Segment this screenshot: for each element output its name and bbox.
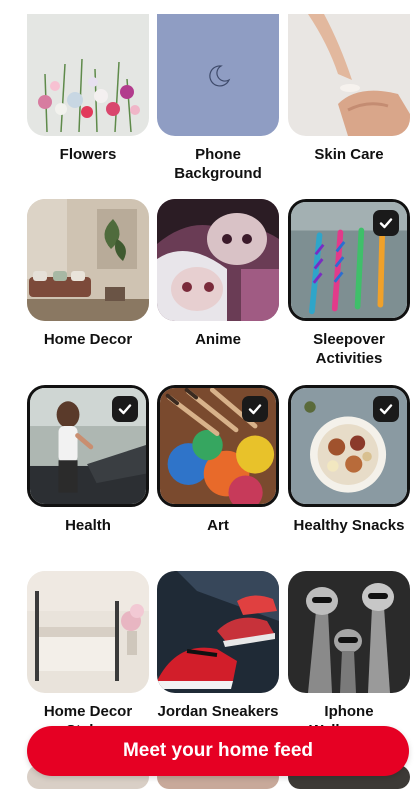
topic-tile-sleepover-activities[interactable] [288, 199, 410, 321]
topic-tile-art[interactable] [157, 385, 279, 507]
topic-label: Anime [195, 331, 241, 348]
checkmark-icon [242, 396, 268, 422]
topic-tile-home-decor[interactable] [27, 199, 149, 321]
skin-care-image [288, 14, 410, 136]
topic-label: Health [65, 517, 111, 534]
topic-tile-home-decor-styles[interactable] [27, 571, 149, 693]
topic-tile-phone-background[interactable] [157, 14, 279, 136]
topic-label: Flowers [59, 146, 117, 163]
topic-tile-flowers[interactable] [27, 14, 149, 136]
topic-label: Phone Background [174, 146, 262, 182]
flowers-image [27, 14, 149, 136]
topic-tile-anime[interactable] [157, 199, 279, 321]
home-decor-styles-image [27, 571, 149, 693]
topic-label: Home Decor [43, 331, 133, 348]
topic-tile-jordan-sneakers[interactable] [157, 571, 279, 693]
home-decor-image [27, 199, 149, 321]
topic-label: Sleepover Activities [313, 331, 385, 367]
anime-image [157, 199, 279, 321]
checkmark-icon [373, 210, 399, 236]
topic-label: Art [207, 517, 229, 534]
topic-label: Healthy Snacks [293, 517, 405, 534]
topic-tile-healthy-snacks[interactable] [288, 385, 410, 507]
topic-label: Skin Care [314, 146, 384, 163]
topic-label: Jordan Sneakers [157, 703, 279, 720]
phone-background-image [157, 14, 279, 136]
checkmark-icon [373, 396, 399, 422]
checkmark-icon [112, 396, 138, 422]
topic-tile-health[interactable] [27, 385, 149, 507]
topic-tile-iphone-wallpapers[interactable] [288, 571, 410, 693]
iphone-wallpapers-image [288, 571, 410, 693]
jordan-sneakers-image [157, 571, 279, 693]
topic-tile-skin-care[interactable] [288, 14, 410, 136]
meet-home-feed-button[interactable]: Meet your home feed [27, 726, 409, 776]
